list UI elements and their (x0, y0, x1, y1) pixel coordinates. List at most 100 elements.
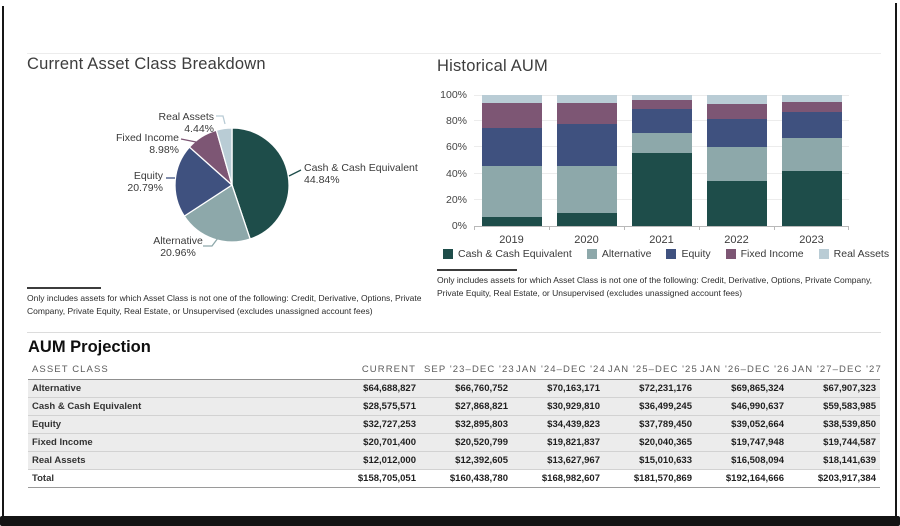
cell-value: $19,747,948 (696, 434, 788, 452)
table-row-cash-cash-equivalent: Cash & Cash Equivalent$28,575,571$27,868… (28, 398, 880, 416)
section-divider (27, 332, 881, 333)
x-axis-label-2019: 2019 (474, 234, 549, 246)
row-label: Equity (28, 416, 328, 434)
table-row-real-assets: Real Assets$12,012,000$12,392,605$13,627… (28, 452, 880, 470)
legend-item-fixed-income: Fixed Income (726, 248, 804, 260)
legend-item-real-assets: Real Assets (819, 248, 889, 260)
historical-aum-bar-chart: Cash & Cash Equivalent Alternative Equity F… (437, 88, 887, 270)
x-axis-tick (549, 226, 550, 230)
bar-segment-2019-cash-cash-equivalent (482, 217, 542, 226)
legend-label: Cash & Cash Equivalent (458, 248, 572, 260)
cell-value: $27,868,821 (420, 398, 512, 416)
bar-chart-legend: Cash & Cash Equivalent Alternative Equity F… (443, 248, 887, 260)
table-row-equity: Equity$32,727,253$32,895,803$34,439,823$… (28, 416, 880, 434)
cell-value: $158,705,051 (328, 470, 420, 488)
y-axis-label-100%: 100% (437, 89, 467, 101)
bar-segment-2021-equity (632, 109, 692, 133)
column-header-jan-26-dec-26: JAN '26–DEC '26 (696, 361, 788, 380)
row-label: Alternative (28, 380, 328, 398)
bar-segment-2023-alternative (782, 138, 842, 171)
legend-swatch-real-assets (819, 249, 829, 259)
bar-segment-2022-cash-cash-equivalent (707, 181, 767, 226)
x-axis-label-2023: 2023 (774, 234, 849, 246)
legend-label: Real Assets (834, 248, 889, 260)
y-axis-label-80%: 80% (437, 115, 467, 127)
cell-value: $46,990,637 (696, 398, 788, 416)
legend-label: Equity (681, 248, 710, 260)
cell-value: $203,917,384 (788, 470, 880, 488)
bar-2022 (699, 95, 774, 226)
cell-value: $20,040,365 (604, 434, 696, 452)
page-edge-bottom (0, 516, 900, 526)
bar-segment-2021-fixed-income (632, 100, 692, 109)
cell-value: $69,865,324 (696, 380, 788, 398)
x-axis-tick (474, 226, 475, 230)
cell-value: $64,688,827 (328, 380, 420, 398)
bar-segment-2019-real-assets (482, 95, 542, 103)
legend-label: Alternative (602, 248, 652, 260)
column-header-current: CURRENT (328, 361, 420, 380)
bar-2021 (624, 95, 699, 226)
x-axis-label-2021: 2021 (624, 234, 699, 246)
cell-value: $28,575,571 (328, 398, 420, 416)
row-label: Total (28, 470, 328, 488)
bar-segment-2019-fixed-income (482, 103, 542, 128)
cell-value: $19,821,837 (512, 434, 604, 452)
bar-segment-2022-equity (707, 119, 767, 148)
projection-section-title: AUM Projection (28, 338, 151, 357)
bar-segment-2023-cash-cash-equivalent (782, 171, 842, 226)
legend-item-alternative: Alternative (587, 248, 652, 260)
cell-value: $13,627,967 (512, 452, 604, 470)
row-label: Cash & Cash Equivalent (28, 398, 328, 416)
cell-value: $181,570,869 (604, 470, 696, 488)
x-axis-tick (848, 226, 849, 230)
bar-segment-2020-equity (557, 124, 617, 166)
legend-item-cash-cash-equivalent: Cash & Cash Equivalent (443, 248, 572, 260)
page-edge-right (895, 3, 897, 517)
report-page: Current Asset Class Breakdown Historical… (0, 0, 900, 526)
x-axis-label-2022: 2022 (699, 234, 774, 246)
table-header-row: ASSET CLASSCURRENTSEP '23–DEC '23JAN '24… (28, 361, 880, 380)
bar-segment-2020-real-assets (557, 95, 617, 103)
column-header-sep-23-dec-23: SEP '23–DEC '23 (420, 361, 512, 380)
pie-label-alternative: Alternative20.96% (147, 235, 209, 260)
cell-value: $20,520,799 (420, 434, 512, 452)
cell-value: $59,583,985 (788, 398, 880, 416)
bar-segment-2020-fixed-income (557, 103, 617, 124)
table-row-alternative: Alternative$64,688,827$66,760,752$70,163… (28, 380, 880, 398)
bar-2023 (774, 95, 849, 226)
cell-value: $72,231,176 (604, 380, 696, 398)
bar-segment-2021-alternative (632, 133, 692, 153)
cell-value: $19,744,587 (788, 434, 880, 452)
historical-section-title: Historical AUM (437, 57, 548, 76)
breakdown-section-title: Current Asset Class Breakdown (27, 55, 266, 74)
footnote-rule-right (437, 269, 517, 271)
cell-value: $66,760,752 (420, 380, 512, 398)
pie-label-equity: Equity20.79% (93, 170, 163, 195)
bar-segment-2020-cash-cash-equivalent (557, 213, 617, 226)
cell-value: $37,789,450 (604, 416, 696, 434)
legend-item-equity: Equity (666, 248, 710, 260)
bar-segment-2019-alternative (482, 166, 542, 217)
page-edge-left (2, 6, 4, 517)
legend-swatch-equity (666, 249, 676, 259)
bar-segment-2021-cash-cash-equivalent (632, 153, 692, 226)
row-label: Real Assets (28, 452, 328, 470)
cell-value: $18,141,639 (788, 452, 880, 470)
bar-2020 (549, 95, 624, 226)
table-row-total: Total$158,705,051$160,438,780$168,982,60… (28, 470, 880, 488)
column-header-jan-25-dec-25: JAN '25–DEC '25 (604, 361, 696, 380)
footnote-rule-left (27, 287, 101, 289)
cell-value: $32,727,253 (328, 416, 420, 434)
historical-footnote: Only includes assets for which Asset Cla… (437, 274, 889, 300)
cell-value: $36,499,245 (604, 398, 696, 416)
cell-value: $38,539,850 (788, 416, 880, 434)
pie-leader-cash-cash-equivalent (289, 170, 301, 176)
column-header-asset-class: ASSET CLASS (28, 361, 328, 380)
cell-value: $15,010,633 (604, 452, 696, 470)
cell-value: $160,438,780 (420, 470, 512, 488)
bar-segment-2022-real-assets (707, 95, 767, 104)
bar-segment-2022-fixed-income (707, 104, 767, 118)
cell-value: $30,929,810 (512, 398, 604, 416)
y-axis-label-60%: 60% (437, 141, 467, 153)
